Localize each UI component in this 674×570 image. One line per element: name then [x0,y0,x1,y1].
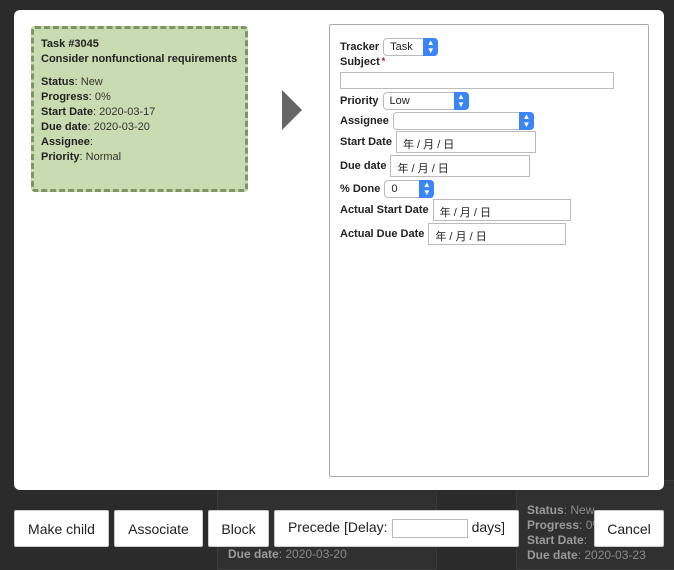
make-child-button[interactable]: Make child [14,510,109,547]
block-button[interactable]: Block [208,510,269,547]
task-field: Start Date: 2020-03-17 [41,106,156,118]
task-title: Task #3045 [41,38,99,50]
done-ratio-select[interactable]: 0 ▲ ▼ [384,180,435,198]
start-date-input[interactable]: 年 / 月 / 日 [395,131,536,153]
task-field: Assignee: [41,136,93,148]
new-task-form: Tracker Task ▲ ▼ Subject * Priority Low ▲ ▼ A… [329,24,649,477]
task-field: Progress: 0% [41,91,111,103]
chevron-updown-icon: ▲ ▼ [419,180,435,198]
chevron-updown-icon: ▲ ▼ [518,112,534,130]
relation-dialog: Task #3045 Consider nonfunctional requir… [14,10,664,490]
source-task-card: Task #3045 Consider nonfunctional requir… [31,26,248,192]
task-field: Due date: 2020-03-20 [41,121,150,133]
priority-select[interactable]: Low ▲ ▼ [382,92,469,110]
associate-button[interactable]: Associate [114,510,203,547]
actual-due-date-input[interactable]: 年 / 月 / 日 [428,223,567,245]
tracker-select[interactable]: Task ▲ ▼ [383,38,439,56]
assignee-select[interactable]: ▲ ▼ [392,112,534,130]
chevron-updown-icon: ▲ ▼ [453,92,469,110]
task-field: Status: New [41,76,103,88]
chevron-updown-icon: ▲ ▼ [423,38,439,56]
task-field: Priority: Normal [41,151,122,163]
actual-start-date-input[interactable]: 年 / 月 / 日 [432,199,571,221]
task-subject: Consider nonfunctional requirements [41,53,238,65]
precede-button[interactable]: Precede [Delay: days] [274,510,519,547]
due-date-input[interactable]: 年 / 月 / 日 [390,155,531,177]
arrow-right-icon [282,90,302,130]
cancel-button[interactable]: Cancel [594,510,664,547]
delay-input[interactable] [391,519,468,538]
subject-input[interactable] [340,72,614,89]
